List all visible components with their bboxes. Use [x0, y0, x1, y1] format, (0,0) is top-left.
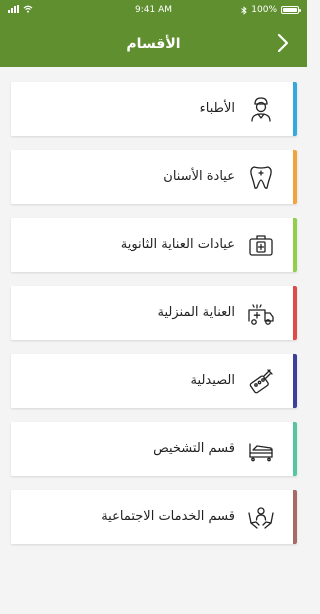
section-label: العناية المنزلية [157, 305, 236, 320]
section-label: الأطباء [199, 101, 235, 116]
app-header: 9:41 AM 100% الأقسام [0, 0, 307, 67]
doctor-icon [251, 97, 271, 122]
card-accent [293, 354, 297, 408]
card-accent [293, 286, 297, 340]
card-accent [293, 490, 297, 544]
section-card-dental-clinic[interactable]: عيادة الأسنان [11, 150, 297, 204]
page-title: الأقسام [126, 36, 181, 52]
helping-hands-icon [248, 507, 274, 529]
bluetooth-icon [241, 5, 247, 15]
battery-icon [281, 6, 301, 14]
battery-percent: 100% [251, 5, 277, 15]
section-label: قسم التشخيص [153, 441, 235, 456]
section-label: عيادة الأسنان [163, 169, 235, 184]
card-accent [293, 422, 297, 476]
chevron-right-icon [277, 33, 289, 53]
tooth-icon [250, 166, 272, 189]
section-card-diagnosis[interactable]: قسم التشخيص [11, 422, 297, 476]
section-card-social-services[interactable]: قسم الخدمات الاجتماعية [11, 490, 297, 544]
syringe-pills-icon [249, 369, 273, 394]
section-card-doctors[interactable]: الأطباء [11, 82, 297, 136]
section-card-pharmacy[interactable]: الصيدلية [11, 354, 297, 408]
status-bar: 9:41 AM 100% [0, 0, 307, 20]
back-button[interactable] [273, 32, 293, 54]
section-label: عيادات العناية الثانوية [120, 237, 235, 252]
card-accent [293, 150, 297, 204]
section-card-home-care[interactable]: العناية المنزلية [11, 286, 297, 340]
ambulance-icon [248, 304, 274, 325]
card-accent [293, 82, 297, 136]
card-accent [293, 218, 297, 272]
section-label: قسم الخدمات الاجتماعية [101, 509, 235, 524]
section-label: الصيدلية [190, 373, 235, 388]
hospital-bed-icon [249, 443, 273, 462]
sections-list: الأطباء عيادة الأسنان عيادات العناية الث… [11, 82, 297, 558]
status-right: 100% [241, 5, 301, 15]
section-card-secondary-care[interactable]: عيادات العناية الثانوية [11, 218, 297, 272]
first-aid-kit-icon [249, 235, 273, 256]
